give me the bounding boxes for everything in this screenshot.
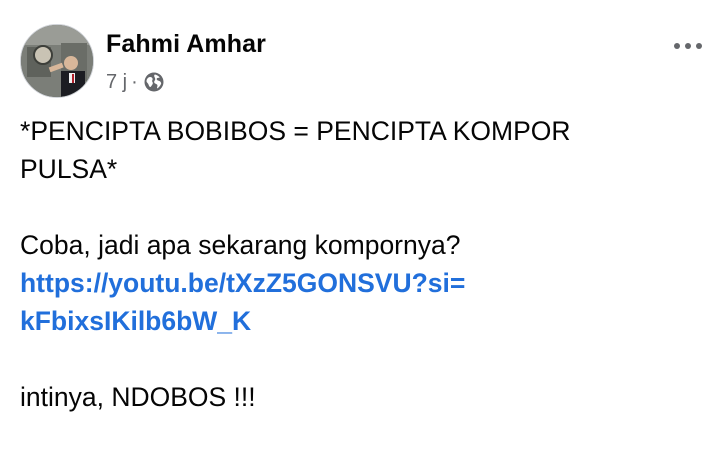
post-header: Fahmi Amhar 7 j · bbox=[20, 24, 710, 104]
facebook-post: Fahmi Amhar 7 j · *PENCIPTA BOBIBOS = PE… bbox=[0, 0, 720, 452]
dot-3 bbox=[696, 43, 702, 49]
post-time[interactable]: 7 j bbox=[106, 71, 127, 94]
meta-separator: · bbox=[131, 70, 138, 93]
more-dots-icon[interactable] bbox=[666, 32, 710, 60]
dot-1 bbox=[674, 43, 680, 49]
youtube-link-part-2[interactable]: kFbixsIKilb6bW_K bbox=[20, 306, 251, 336]
dot-2 bbox=[685, 43, 691, 49]
youtube-link-part-1[interactable]: https://youtu.be/tXzZ5GONSVU?si= bbox=[20, 268, 465, 298]
paragraph-gap-2 bbox=[20, 340, 700, 378]
post-line-2: PULSA* bbox=[20, 154, 118, 184]
post-line-1: *PENCIPTA BOBIBOS = PENCIPTA KOMPOR bbox=[20, 116, 571, 146]
avatar[interactable] bbox=[20, 24, 94, 98]
post-body: *PENCIPTA BOBIBOS = PENCIPTA KOMPOR PULS… bbox=[20, 112, 700, 416]
post-meta: 7 j · bbox=[106, 68, 165, 96]
globe-icon[interactable] bbox=[143, 71, 165, 93]
post-link-1: https://youtu.be/tXzZ5GONSVU?si= bbox=[20, 264, 700, 302]
avatar-photo bbox=[21, 25, 93, 97]
post-line-3: Coba, jadi apa sekarang kompornya? bbox=[20, 230, 461, 260]
post-line-4: intinya, NDOBOS !!! bbox=[20, 382, 256, 412]
post-link-2: kFbixsIKilb6bW_K bbox=[20, 302, 700, 340]
author-name[interactable]: Fahmi Amhar bbox=[106, 30, 266, 59]
